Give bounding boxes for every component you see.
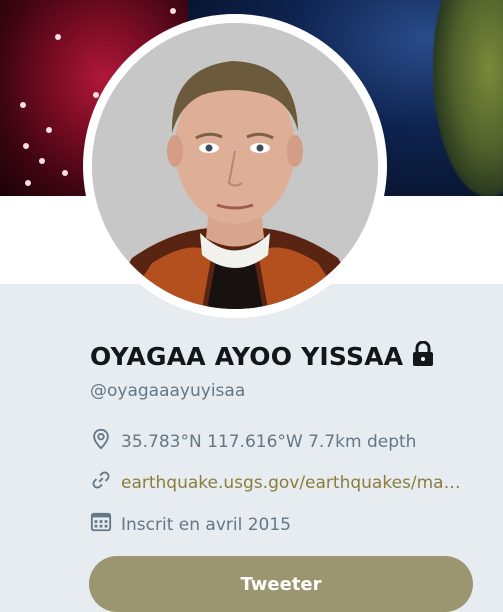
lock-icon [411, 340, 435, 371]
location-text: 35.783°N 117.616°W 7.7km depth [121, 431, 417, 452]
avatar-portrait [92, 23, 378, 309]
profile-name: OYAGAA AYOO YISSAA [90, 341, 404, 371]
profile-location: 35.783°N 117.616°W 7.7km depth [90, 428, 416, 455]
profile-joined: Inscrit en avril 2015 [90, 511, 291, 538]
calendar-icon [90, 511, 112, 538]
website-link[interactable]: earthquake.usgs.gov/earthquakes/ma… [121, 473, 461, 493]
tweet-button[interactable]: Tweeter [89, 556, 473, 612]
profile-website: earthquake.usgs.gov/earthquakes/ma… [90, 469, 461, 496]
link-icon [90, 469, 112, 496]
map-pin-icon [90, 428, 112, 455]
joined-text: Inscrit en avril 2015 [121, 514, 291, 535]
avatar[interactable] [92, 23, 378, 309]
profile-handle: @oyagaaayuyisaa [90, 381, 246, 401]
profile-name-row: OYAGAA AYOO YISSAA [90, 340, 435, 371]
